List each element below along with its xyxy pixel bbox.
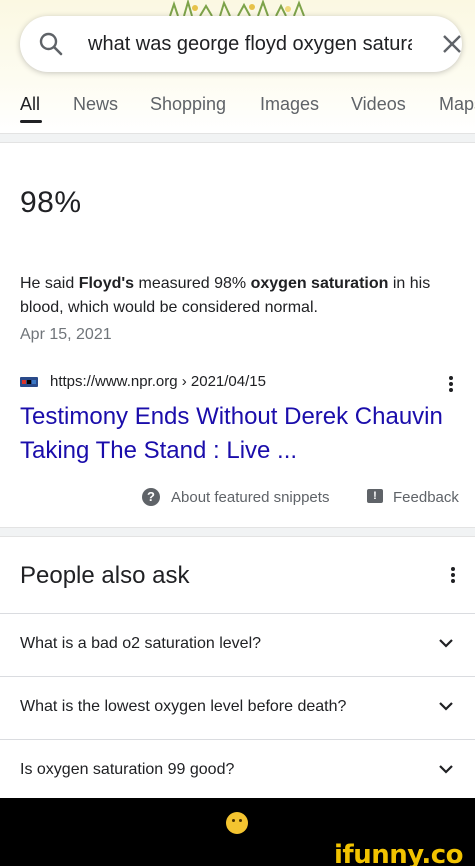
paa-question[interactable]: What is a bad o2 saturation level? [20,635,261,653]
section-divider [0,527,475,537]
search-tabs: All News Shopping Images Videos Maps [0,92,475,132]
paa-question-row[interactable]: What is the lowest oxygen level before d… [0,676,475,739]
help-icon[interactable]: ? [142,488,160,506]
section-divider [0,133,475,143]
snippet-text: He said Floyd's measured 98% oxygen satu… [20,275,431,316]
paa-question-row[interactable]: Is oxygen saturation 99 good? [0,739,475,802]
search-box[interactable]: what was george floyd oxygen saturation [20,16,462,72]
chevron-down-icon[interactable] [438,638,454,648]
tab-videos[interactable]: Videos [351,94,406,115]
ifunny-watermark: ifunny.co [334,840,463,866]
doodle-illustration[interactable] [160,0,320,16]
tab-all[interactable]: All [20,94,40,115]
result-title-link[interactable]: Testimony Ends Without Derek Chauvin Tak… [20,400,460,468]
paa-question-row[interactable]: What is a bad o2 saturation level? [0,613,475,676]
search-icon[interactable] [38,31,64,57]
tab-images[interactable]: Images [260,94,319,115]
result-source[interactable]: https://www.npr.org › 2021/04/15 [20,372,460,394]
snippet-footer: ? About featured snippets ! Feedback [0,486,475,510]
active-tab-indicator [20,120,42,123]
source-url[interactable]: https://www.npr.org › 2021/04/15 [50,373,266,390]
snippet-date: Apr 15, 2021 [20,326,112,343]
npr-favicon-icon [20,377,38,387]
tab-maps[interactable]: Maps [439,94,475,115]
more-vert-icon[interactable] [448,375,454,393]
more-vert-icon[interactable] [450,566,456,584]
tab-shopping[interactable]: Shopping [150,94,226,115]
chevron-down-icon[interactable] [438,701,454,711]
search-header: what was george floyd oxygen saturation … [0,0,475,132]
paa-question[interactable]: What is the lowest oxygen level before d… [20,698,346,716]
about-featured-snippets-link[interactable]: About featured snippets [171,489,329,506]
search-input[interactable]: what was george floyd oxygen saturation [88,32,412,56]
feedback-link[interactable]: Feedback [393,489,459,506]
chevron-down-icon[interactable] [438,764,454,774]
paa-question[interactable]: Is oxygen saturation 99 good? [20,761,234,779]
thinking-face-icon [226,812,248,834]
close-icon[interactable] [440,32,464,56]
featured-answer: 98% [20,186,82,219]
people-also-ask-title: People also ask [20,562,190,589]
feedback-icon[interactable]: ! [367,489,383,503]
tab-news[interactable]: News [73,94,118,115]
